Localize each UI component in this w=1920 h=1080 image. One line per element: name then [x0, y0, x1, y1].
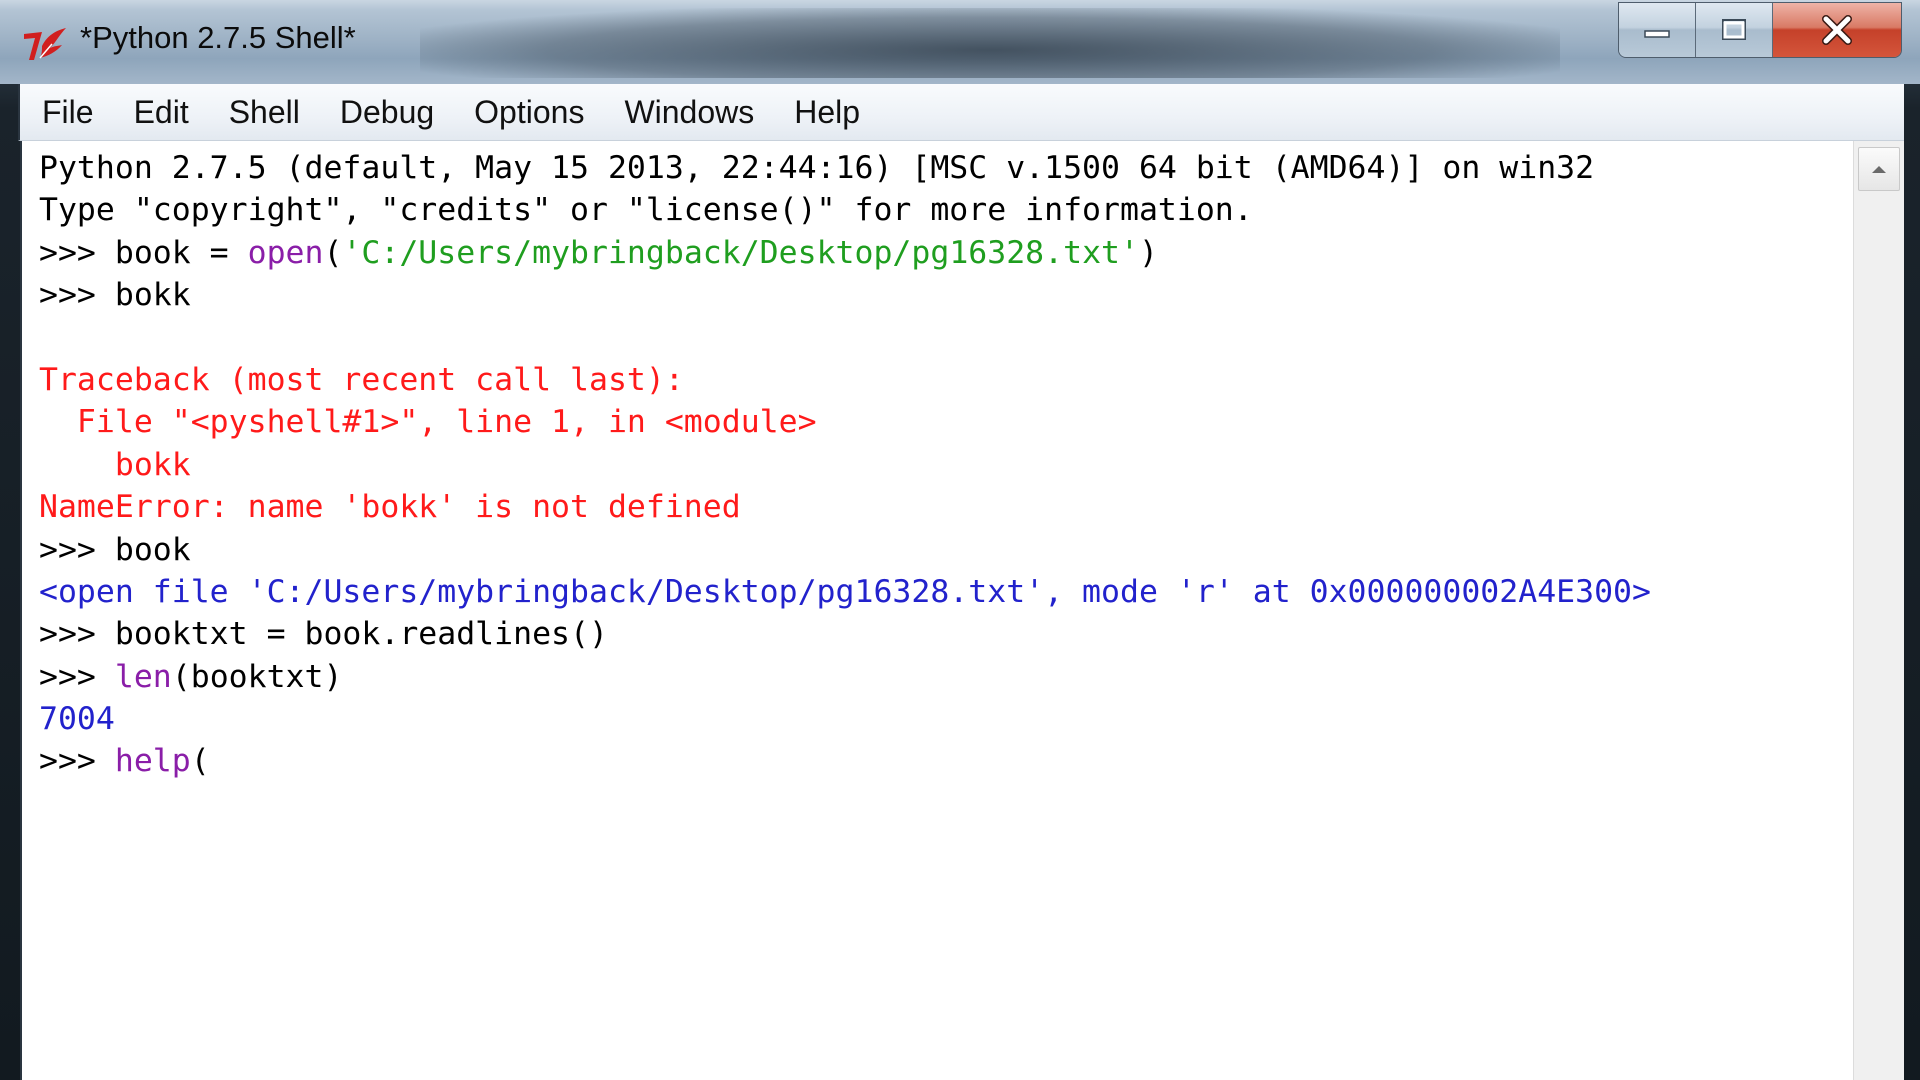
shell-text-segment: len: [114, 658, 172, 695]
menu-options[interactable]: Options: [454, 84, 604, 140]
shell-text-segment: <open file 'C:/Users/mybringback/Desktop…: [39, 573, 1651, 610]
menu-bar: File Edit Shell Debug Options Windows He…: [18, 84, 1904, 141]
shell-text-segment: (booktxt): [171, 658, 343, 695]
shell-prompt: >>>: [39, 277, 115, 314]
shell-prompt: >>>: [39, 234, 115, 271]
shell-text-area[interactable]: Python 2.7.5 (default, May 15 2013, 22:4…: [22, 141, 1854, 1080]
shell-line: Type "copyright", "credits" or "license(…: [39, 189, 1854, 231]
shell-text-segment: bokk: [39, 446, 191, 483]
shell-prompt: >>>: [39, 531, 115, 568]
close-button[interactable]: [1773, 3, 1901, 57]
maximize-button[interactable]: [1696, 3, 1773, 57]
shell-text-segment: File "<pyshell#1>", line 1, in <module>: [39, 404, 817, 441]
shell-text-segment: bokk: [114, 277, 191, 314]
shell-line: bokk: [39, 444, 1854, 486]
shell-text-segment: book: [114, 531, 191, 568]
shell-text-segment: booktxt = book.readlines(): [114, 616, 608, 653]
minimize-button[interactable]: [1619, 3, 1696, 57]
shell-line: NameError: name 'bokk' is not defined: [39, 486, 1854, 528]
shell-text-segment: open: [247, 234, 324, 271]
minimize-icon: [1644, 30, 1670, 38]
menu-help[interactable]: Help: [774, 84, 880, 140]
close-icon: [1822, 15, 1852, 45]
menu-edit[interactable]: Edit: [114, 84, 209, 140]
shell-line: >>> help(: [39, 740, 1854, 782]
shell-line: Traceback (most recent call last):: [39, 359, 1854, 401]
title-bar[interactable]: *Python 2.7.5 Shell*: [0, 0, 1920, 84]
scroll-up-button[interactable]: [1858, 147, 1900, 191]
maximize-icon: [1722, 19, 1746, 40]
shell-text-segment: 'C:/Users/mybringback/Desktop/pg16328.tx…: [342, 234, 1139, 271]
shell-line: 7004: [39, 698, 1854, 740]
shell-text-segment: Python 2.7.5 (default, May 15 2013, 22:4…: [39, 150, 1595, 186]
shell-line: Python 2.7.5 (default, May 15 2013, 22:4…: [39, 147, 1854, 189]
shell-line: File "<pyshell#1>", line 1, in <module>: [39, 401, 1854, 443]
shell-text-segment: book =: [114, 234, 248, 271]
shell-prompt: >>>: [39, 616, 115, 653]
shell-text-segment: (: [323, 234, 343, 271]
caption-buttons: [1618, 2, 1902, 58]
tk-feather-icon: [24, 28, 66, 60]
shell-text-segment: (: [190, 743, 210, 780]
shell-line: >>> book: [39, 529, 1854, 571]
vertical-scrollbar[interactable]: [1853, 141, 1904, 1080]
menu-shell[interactable]: Shell: [209, 84, 320, 140]
shell-text-segment: ): [1138, 234, 1158, 271]
shell-line: >>> book = open('C:/Users/mybringback/De…: [39, 232, 1854, 274]
idle-shell-window: *Python 2.7.5 Shell* File Edit Shell Deb…: [0, 0, 1920, 1080]
shell-text-segment: NameError: name 'bokk' is not defined: [39, 489, 741, 526]
shell-line: >>> bokk: [39, 274, 1854, 316]
scroll-up-arrow-icon: [1872, 166, 1886, 173]
shell-output: Python 2.7.5 (default, May 15 2013, 22:4…: [22, 141, 1854, 783]
shell-client-area: Python 2.7.5 (default, May 15 2013, 22:4…: [20, 141, 1904, 1080]
shell-line: >>> booktxt = book.readlines(): [39, 613, 1854, 655]
shell-line: <open file 'C:/Users/mybringback/Desktop…: [39, 571, 1854, 613]
window-title: *Python 2.7.5 Shell*: [80, 20, 356, 55]
shell-text-segment: Type "copyright", "credits" or "license(…: [39, 192, 1253, 229]
menu-file[interactable]: File: [20, 84, 114, 140]
shell-prompt: >>>: [39, 658, 115, 695]
shell-text-segment: help: [114, 743, 191, 780]
shell-line: >>> len(booktxt): [39, 656, 1854, 698]
shell-text-segment: 7004: [39, 701, 115, 738]
shell-prompt: >>>: [39, 743, 115, 780]
menu-debug[interactable]: Debug: [320, 84, 454, 140]
menu-windows[interactable]: Windows: [604, 84, 774, 140]
shell-text-segment: Traceback (most recent call last):: [39, 361, 684, 398]
